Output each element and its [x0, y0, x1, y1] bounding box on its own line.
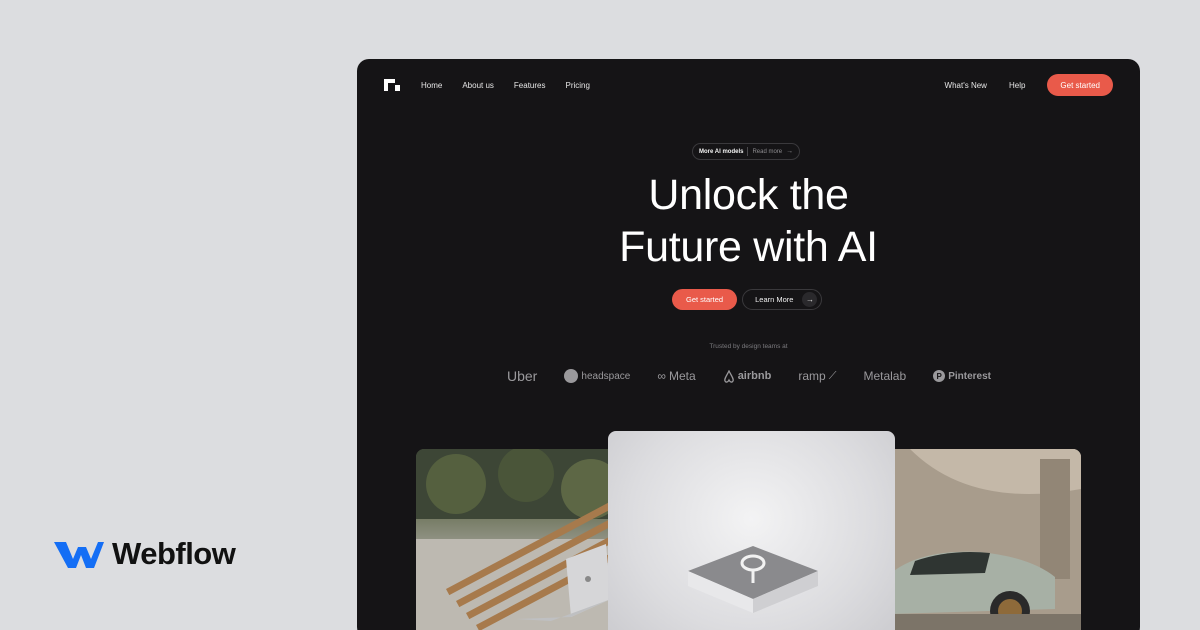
arrow-right-icon: → [786, 148, 794, 155]
badge-label: More AI models [699, 148, 744, 155]
arrow-right-icon: → [802, 292, 818, 307]
nav-link-whats-new[interactable]: What's New [945, 80, 987, 91]
metalab-logo: Metalab [863, 369, 906, 383]
airbnb-icon [723, 369, 734, 383]
nav-secondary-links: What's New Help Get started [945, 74, 1113, 96]
nav-get-started-button[interactable]: Get started [1047, 74, 1113, 96]
hero-get-started-button[interactable]: Get started [672, 289, 738, 310]
nav-link-pricing[interactable]: Pricing [566, 80, 590, 91]
hero-cta-row: Get started Learn More → [672, 289, 823, 310]
announcement-badge[interactable]: More AI models Read more → [692, 143, 801, 160]
learn-more-label: Learn More [755, 295, 794, 304]
brand-name: Webflow [112, 536, 236, 571]
uber-logo-text: Uber [507, 368, 538, 384]
laptop-on-bench-image [416, 449, 616, 630]
meta-logo-text: Meta [668, 369, 696, 383]
site-preview-window: Home About us Features Pricing What's Ne… [357, 59, 1140, 630]
metalab-logo-text: Metalab [863, 369, 907, 383]
hero-line-2: Future with AI [619, 223, 878, 271]
airbnb-logo: airbnb [723, 369, 772, 383]
ramp-logo: ramp ⟋ [798, 369, 836, 383]
nav-link-help[interactable]: Help [1009, 80, 1025, 91]
ai-device-image [608, 431, 895, 630]
pinterest-logo: P Pinterest [933, 370, 991, 382]
nav-link-home[interactable]: Home [421, 80, 442, 91]
sports-car-image [890, 449, 1081, 630]
headspace-logo-text: headspace [581, 370, 631, 382]
ramp-logo-text: ramp [798, 369, 826, 383]
trusted-by-text: Trusted by design teams at [709, 343, 788, 350]
headspace-circle-icon [564, 369, 579, 383]
badge-read-more-link[interactable]: Read more [752, 149, 782, 155]
hero-heading: Unlock the Future with AI [357, 169, 1140, 273]
nav-primary-links: Home About us Features Pricing [421, 80, 590, 91]
meta-infinity-icon: ∞ [657, 369, 666, 383]
airbnb-logo-text: airbnb [737, 370, 772, 382]
nav-link-features[interactable]: Features [514, 80, 546, 91]
headspace-logo: headspace [564, 369, 630, 383]
uber-logo: Uber [507, 368, 537, 384]
nav-link-about[interactable]: About us [462, 80, 494, 91]
hero-line-1: Unlock the [648, 171, 849, 219]
pinterest-logo-text: Pinterest [948, 370, 991, 382]
webflow-brand: Webflow [54, 536, 236, 572]
pinterest-icon: P [933, 370, 946, 382]
site-navbar: Home About us Features Pricing What's Ne… [357, 59, 1140, 111]
meta-logo: ∞ Meta [657, 369, 695, 383]
learn-more-button[interactable]: Learn More → [742, 289, 823, 310]
ramp-mark-icon: ⟋ [828, 369, 837, 382]
badge-divider [747, 147, 749, 156]
partner-logos: Uber headspace ∞ Meta airbnb ramp ⟋ Metala… [507, 366, 991, 386]
site-logo-icon[interactable] [384, 79, 400, 91]
webflow-logo-icon [54, 542, 104, 568]
